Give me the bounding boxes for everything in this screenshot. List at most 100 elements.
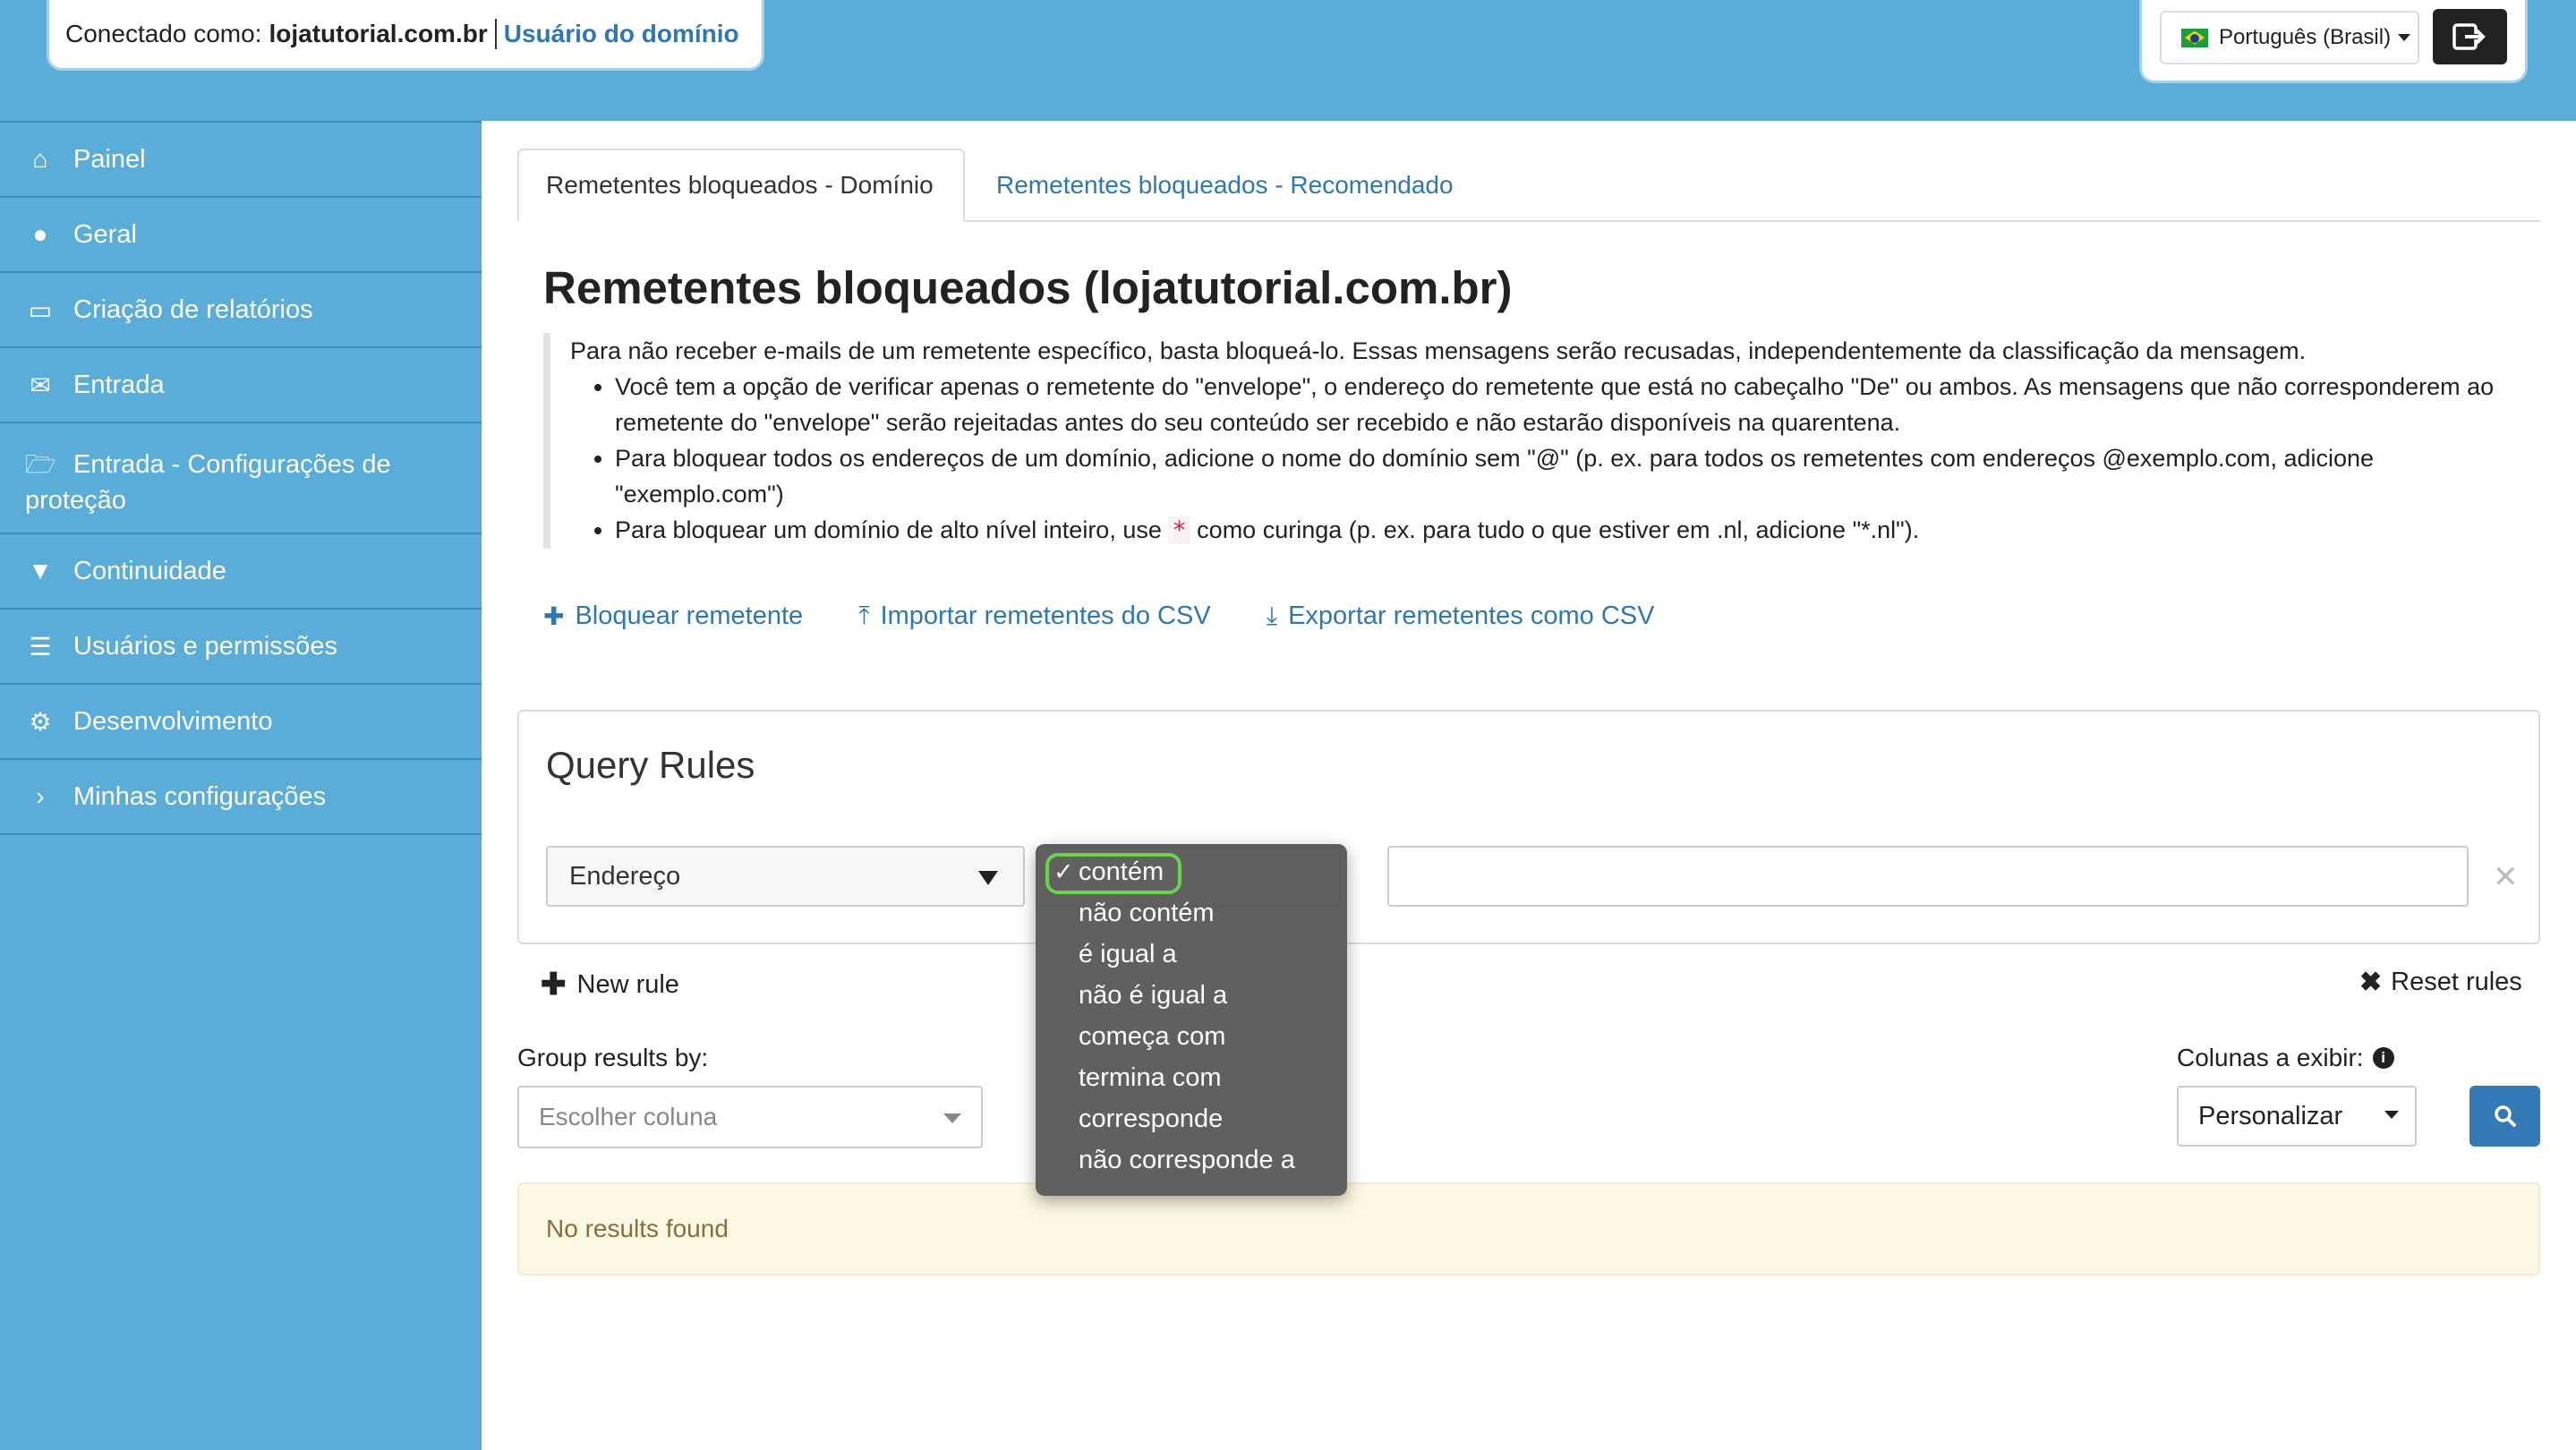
folder-open-icon: 🗁 [25, 450, 56, 478]
operator-option[interactable]: começa com [1036, 1016, 1347, 1057]
caret-down-icon [978, 871, 998, 885]
action-label: Importar remetentes do CSV [880, 601, 1211, 630]
sidebar-item-label: Geral [73, 219, 137, 249]
columns-label: Colunas a exibir: i [2177, 1044, 2394, 1072]
operator-option[interactable]: não corresponde a [1036, 1139, 1347, 1181]
info-intro: Para não receber e-mails de um remetente… [570, 337, 2307, 364]
columns-label-text: Colunas a exibir: [2177, 1044, 2364, 1071]
sidebar-item-usuarios[interactable]: ☰ Usuários e permissões [0, 610, 482, 685]
query-rules-title: Query Rules [546, 744, 755, 786]
search-button[interactable] [2469, 1086, 2540, 1147]
sidebar: ⌂ Painel ● Geral ▭ Criação de relatórios… [0, 121, 482, 1450]
sidebar-item-minhas-configuracoes[interactable]: › Minhas configurações [0, 760, 482, 835]
chevron-right-icon: › [36, 782, 45, 810]
reset-rules-button[interactable]: ✖ Reset rules [2359, 967, 2522, 998]
operator-option[interactable]: é igual a [1036, 934, 1347, 975]
sidebar-item-entrada-protecao[interactable]: 🗁 Entrada - Configurações de proteção [0, 423, 482, 534]
info-icon[interactable]: i [2372, 1047, 2394, 1069]
columns-select-value: Personalizar [2198, 1101, 2343, 1130]
plus-icon: ✚ [541, 968, 567, 1002]
wildcard-code: * [1168, 516, 1190, 544]
top-bar: Conectado como: lojatutorial.com.br Usuá… [0, 0, 2576, 121]
sidebar-item-entrada[interactable]: ✉ Entrada [0, 348, 482, 423]
header-controls: Português (Brasil) [2142, 0, 2525, 81]
action-label: Bloquear remetente [575, 601, 804, 630]
rule-field-select[interactable]: Endereço [546, 846, 1025, 907]
new-rule-label: New rule [576, 969, 679, 999]
operator-option[interactable]: não contém [1036, 892, 1347, 934]
gear-icon: ⚙ [29, 707, 52, 736]
info-bullet: Para bloquear um domínio de alto nível i… [615, 512, 2539, 549]
connected-prefix: Conectado como: [65, 20, 262, 47]
info-list: Você tem a opção de verificar apenas o r… [570, 369, 2539, 549]
sign-out-icon [2452, 23, 2486, 50]
connected-domain: lojatutorial.com.br [269, 20, 488, 47]
divider [494, 19, 497, 49]
close-icon: ✖ [2359, 968, 2383, 997]
sidebar-item-text: 🗁 Entrada - Configurações de proteção [25, 447, 456, 518]
rule-field-value: Endereço [569, 861, 681, 891]
brazil-flag-icon [2181, 28, 2208, 47]
tab-bar: Remetentes bloqueados - Domínio Remetent… [517, 149, 2540, 222]
new-rule-button[interactable]: ✚ New rule [541, 967, 679, 1002]
globe-icon: ● [32, 220, 48, 248]
tab-blocked-domain[interactable]: Remetentes bloqueados - Domínio [517, 149, 965, 222]
info-bullet: Para bloquear todos os endereços de um d… [615, 440, 2539, 512]
sidebar-item-geral[interactable]: ● Geral [0, 198, 482, 273]
sidebar-item-label: Entrada [73, 370, 165, 399]
sidebar-item-label: Desenvolvimento [73, 706, 273, 736]
columns-select[interactable]: Personalizar [2177, 1086, 2417, 1147]
query-rules-panel: Query Rules Endereço ✕ [517, 710, 2540, 944]
operator-option[interactable]: corresponde [1036, 1098, 1347, 1139]
group-results-select[interactable]: Escolher coluna [517, 1086, 983, 1148]
group-results-label: Group results by: [517, 1044, 709, 1071]
block-sender-link[interactable]: ✚ Bloquear remetente [543, 601, 803, 631]
logout-button[interactable] [2433, 9, 2507, 64]
tab-blocked-recommended[interactable]: Remetentes bloqueados - Recomendado [969, 149, 1480, 222]
page-title: Remetentes bloqueados (lojatutorial.com.… [543, 262, 1513, 313]
language-label: Português (Brasil) [2219, 25, 2392, 49]
checkmark-icon: ✓ [1053, 858, 1074, 885]
caret-down-icon [943, 1113, 961, 1123]
sidebar-item-label: Painel [73, 144, 146, 174]
language-selector[interactable]: Português (Brasil) [2160, 11, 2419, 64]
sidebar-item-relatorios[interactable]: ▭ Criação de relatórios [0, 273, 482, 348]
export-csv-link[interactable]: ⤓ Exportar remetentes como CSV [1267, 601, 1655, 631]
sidebar-item-continuidade[interactable]: ▼ Continuidade [0, 534, 482, 610]
rule-value-input[interactable] [1387, 846, 2469, 907]
filter-icon: ▼ [28, 557, 53, 584]
action-links: ✚ Bloquear remetente ⤒ Importar remetent… [543, 601, 1710, 631]
operator-option-selected[interactable]: ✓ contém [1036, 851, 1347, 894]
sidebar-item-label: Usuários e permissões [73, 631, 337, 661]
bullet-text: Para bloquear um domínio de alto nível i… [615, 516, 1162, 543]
sidebar-item-label: Minhas configurações [73, 781, 327, 811]
envelope-icon: ✉ [30, 371, 51, 399]
caret-down-icon [2384, 1111, 2399, 1119]
operator-option[interactable]: termina com [1036, 1057, 1347, 1098]
group-results-placeholder: Escolher coluna [539, 1103, 718, 1130]
info-block: Para não receber e-mails de um remetente… [543, 333, 2539, 549]
inbox-icon: ▭ [28, 295, 53, 324]
remove-rule-icon[interactable]: ✕ [2493, 859, 2519, 895]
sidebar-item-label: Criação de relatórios [73, 294, 313, 324]
search-icon [2494, 1105, 2516, 1127]
sidebar-item-desenvolvimento[interactable]: ⚙ Desenvolvimento [0, 685, 482, 760]
no-results-alert: No results found [517, 1182, 2540, 1275]
sidebar-item-label: Entrada - Configurações de proteção [25, 450, 391, 515]
upload-icon: ⤒ [858, 601, 870, 629]
action-label: Exportar remetentes como CSV [1288, 601, 1655, 630]
operator-option[interactable]: não é igual a [1036, 975, 1347, 1016]
connection-info: Conectado como: lojatutorial.com.br Usuá… [49, 0, 762, 68]
bullet-text: como curinga (p. ex. para tudo o que est… [1197, 516, 1920, 543]
plus-icon: ✚ [543, 602, 565, 630]
list-icon: ☰ [29, 632, 52, 661]
sidebar-item-label: Continuidade [73, 556, 226, 585]
domain-user-link[interactable]: Usuário do domínio [504, 20, 739, 48]
caret-down-icon [2398, 34, 2411, 41]
sidebar-item-painel[interactable]: ⌂ Painel [0, 123, 482, 198]
reset-rules-label: Reset rules [2391, 968, 2522, 996]
import-csv-link[interactable]: ⤒ Importar remetentes do CSV [858, 601, 1211, 631]
home-icon: ⌂ [32, 145, 48, 173]
info-bullet: Você tem a opção de verificar apenas o r… [615, 369, 2539, 440]
operator-dropdown-menu: ✓ contém não contém é igual a não é igua… [1036, 844, 1347, 1196]
